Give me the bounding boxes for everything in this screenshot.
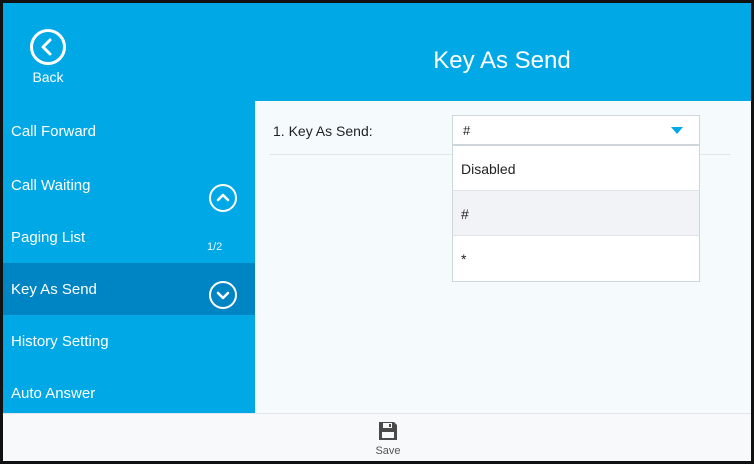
content-panel: 1. Key As Send: # Disabled # * — [255, 101, 751, 413]
bottom-toolbar: Save — [3, 413, 751, 461]
back-icon — [30, 29, 66, 65]
page-indicator: 1/2 — [207, 241, 223, 253]
dropdown-option-label: Disabled — [461, 161, 516, 177]
key-as-send-select[interactable]: # — [452, 115, 700, 145]
sidebar-item-label: History Setting — [11, 333, 109, 350]
back-label: Back — [32, 69, 64, 85]
scroll-down-button[interactable] — [209, 281, 237, 309]
dropdown-option-star[interactable]: * — [453, 236, 699, 281]
save-label: Save — [375, 445, 401, 457]
sidebar: Call Forward Call Waiting Paging List Ke… — [3, 101, 255, 413]
chevron-down-icon — [216, 291, 230, 300]
sidebar-item-call-forward[interactable]: Call Forward — [3, 105, 255, 157]
sidebar-item-label: Auto Answer — [11, 385, 96, 402]
dropdown-option-disabled[interactable]: Disabled — [453, 146, 699, 191]
sidebar-item-auto-answer[interactable]: Auto Answer — [3, 367, 255, 419]
sidebar-item-paging-list[interactable]: Paging List — [3, 211, 255, 263]
sidebar-item-label: Call Waiting — [11, 177, 91, 194]
save-icon — [363, 420, 413, 442]
dropdown-list: Disabled # * — [452, 145, 700, 282]
sidebar-item-history-setting[interactable]: History Setting — [3, 315, 255, 367]
dropdown-option-label: * — [461, 251, 467, 267]
sidebar-item-label: Paging List — [11, 229, 86, 246]
back-button[interactable]: Back — [25, 29, 71, 95]
dropdown-arrow-icon — [671, 127, 683, 134]
chevron-up-icon — [216, 193, 230, 202]
save-button[interactable]: Save — [363, 420, 413, 461]
sidebar-item-label: Call Forward — [11, 123, 97, 140]
dropdown-option-label: # — [461, 206, 469, 222]
select-value: # — [463, 123, 471, 138]
sidebar-item-label: Key As Send — [11, 281, 97, 298]
phone-screen: Back Key As Send Call Forward Call Waiti… — [0, 0, 754, 464]
page-title: Key As Send — [433, 47, 571, 74]
scroll-up-button[interactable] — [209, 184, 237, 212]
setting-label: 1. Key As Send: — [273, 123, 373, 139]
dropdown-option-hash[interactable]: # — [453, 191, 699, 236]
header-bar: Back Key As Send — [3, 3, 751, 101]
